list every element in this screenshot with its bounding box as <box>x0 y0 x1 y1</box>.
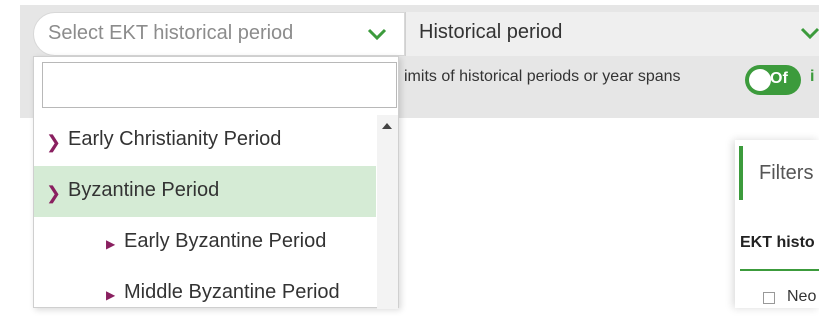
period-dropdown: ❯ Early Christianity Period ❯ Byzantine … <box>33 56 399 309</box>
filters-panel: Filters EKT histo Neo <box>735 140 819 308</box>
period-type-value: Historical period <box>419 21 563 43</box>
toggle-knob <box>749 69 771 91</box>
scroll-up-icon[interactable] <box>382 123 392 129</box>
chevron-right-icon: ❯ <box>46 132 62 152</box>
list-item-label: Byzantine Period <box>68 179 220 201</box>
list-item[interactable]: ❯ Early Christianity Period <box>34 115 376 166</box>
limits-toggle-label: imits of historical periods or year span… <box>404 68 681 85</box>
list-item-selected[interactable]: ❯ Byzantine Period <box>34 166 376 217</box>
section-divider <box>740 269 819 271</box>
list-item[interactable]: ▶ Middle Byzantine Period <box>34 268 376 319</box>
info-icon[interactable]: i <box>810 68 819 88</box>
ekt-period-select[interactable]: Select EKT historical period <box>33 12 405 56</box>
ekt-period-placeholder: Select EKT historical period <box>48 22 294 44</box>
caret-right-icon: ▶ <box>106 288 116 302</box>
filter-option-label: Neo <box>787 288 817 305</box>
period-type-select[interactable]: Historical period <box>405 12 819 56</box>
list-item[interactable]: ▶ Early Byzantine Period <box>34 217 376 268</box>
filter-section-title: EKT histo <box>740 234 815 251</box>
limits-toggle[interactable]: Of <box>745 65 801 95</box>
chevron-down-icon[interactable] <box>799 22 819 44</box>
toggle-state: Of <box>770 70 788 87</box>
filter-checkbox[interactable] <box>763 292 775 304</box>
dropdown-scrollbar[interactable] <box>377 115 398 309</box>
filters-title: Filters <box>759 162 814 184</box>
list-item-label: Early Christianity Period <box>68 128 282 150</box>
list-item-label: Early Byzantine Period <box>124 230 327 252</box>
period-list: ❯ Early Christianity Period ❯ Byzantine … <box>34 115 376 319</box>
period-search-input[interactable] <box>42 62 397 108</box>
list-item-label: Middle Byzantine Period <box>124 281 340 303</box>
page-margin <box>0 0 20 308</box>
chevron-down-icon[interactable] <box>366 23 388 45</box>
caret-right-icon: ▶ <box>106 237 116 251</box>
chevron-right-icon: ❯ <box>46 183 62 203</box>
panel-accent-bar <box>739 146 743 200</box>
